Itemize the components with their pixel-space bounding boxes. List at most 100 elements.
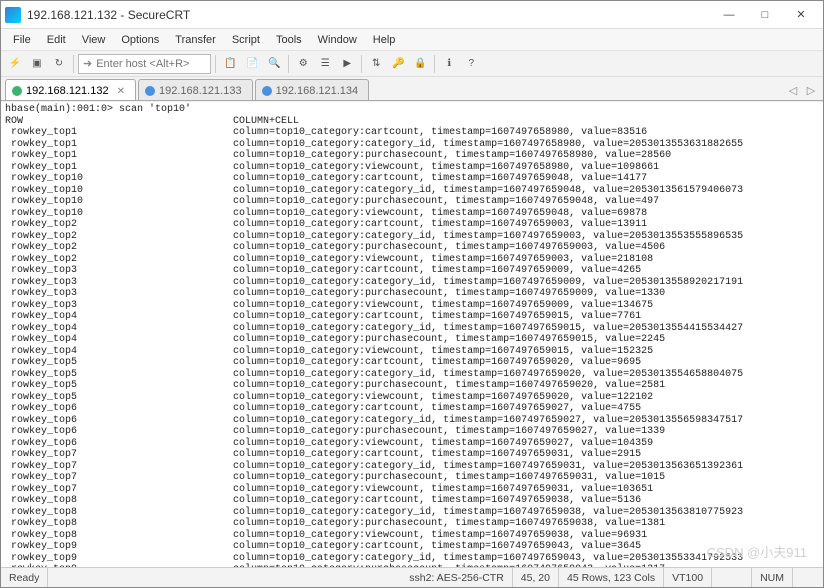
window-title: 192.168.121.132 - SecureCRT <box>27 8 711 22</box>
terminal-line: rowkey_top3 column=top10_category:cartco… <box>5 265 819 277</box>
menu-script[interactable]: Script <box>224 32 268 48</box>
menu-options[interactable]: Options <box>113 32 167 48</box>
terminal-line: rowkey_top8 column=top10_category:catego… <box>5 507 819 519</box>
terminal-line: rowkey_top1 column=top10_category:catego… <box>5 139 819 151</box>
menu-view[interactable]: View <box>74 32 114 48</box>
terminal-line: ROW COLUMN+CELL <box>5 116 819 128</box>
terminal-line: rowkey_top5 column=top10_category:viewco… <box>5 392 819 404</box>
terminal-line: rowkey_top7 column=top10_category:viewco… <box>5 484 819 496</box>
info-icon[interactable]: ℹ <box>439 54 459 74</box>
menubar: FileEditViewOptionsTransferScriptToolsWi… <box>1 29 823 51</box>
script-icon[interactable]: ▶ <box>337 54 357 74</box>
terminal-line: rowkey_top1 column=top10_category:purcha… <box>5 150 819 162</box>
menu-file[interactable]: File <box>5 32 39 48</box>
separator <box>215 55 216 73</box>
terminal-line: rowkey_top6 column=top10_category:catego… <box>5 415 819 427</box>
terminal-line: hbase(main):001:0> scan 'top10' <box>5 104 819 116</box>
help-icon[interactable]: ? <box>461 54 481 74</box>
status-cipher: ssh2: AES-256-CTR <box>401 568 513 587</box>
status-dot-icon <box>262 86 272 96</box>
scroll-right-icon[interactable]: ▷ <box>803 80 819 100</box>
copy-icon[interactable]: 📋 <box>220 54 240 74</box>
menu-window[interactable]: Window <box>310 32 365 48</box>
menu-help[interactable]: Help <box>365 32 404 48</box>
sessions-icon[interactable]: ☰ <box>315 54 335 74</box>
tab-label: 192.168.121.134 <box>276 85 359 97</box>
status-vt: VT100 <box>664 568 712 587</box>
terminal-line: rowkey_top9 column=top10_category:cartco… <box>5 541 819 553</box>
terminal-line: rowkey_top2 column=top10_category:catego… <box>5 231 819 243</box>
terminal-line: rowkey_top10 column=top10_category:cartc… <box>5 173 819 185</box>
terminal-line: rowkey_top5 column=top10_category:purcha… <box>5 380 819 392</box>
maximize-button[interactable]: □ <box>747 3 783 27</box>
toolbar: ⚡ ▣ ↻ ➜ 📋 📄 🔍 ⚙ ☰ ▶ ⇅ 🔑 🔒 ℹ ? <box>1 51 823 77</box>
terminal-line: rowkey_top10 column=top10_category:purch… <box>5 196 819 208</box>
terminal-line: rowkey_top3 column=top10_category:catego… <box>5 277 819 289</box>
reconnect-icon[interactable]: ↻ <box>49 54 69 74</box>
status-dot-icon <box>145 86 155 96</box>
scroll-left-icon[interactable]: ◁ <box>785 80 801 100</box>
terminal-line: rowkey_top2 column=top10_category:cartco… <box>5 219 819 231</box>
terminal-line: rowkey_top8 column=top10_category:cartco… <box>5 495 819 507</box>
close-button[interactable]: ✕ <box>783 3 819 27</box>
terminal-line: rowkey_top4 column=top10_category:catego… <box>5 323 819 335</box>
key-icon[interactable]: 🔑 <box>388 54 408 74</box>
terminal-line: rowkey_top8 column=top10_category:purcha… <box>5 518 819 530</box>
terminal-line: rowkey_top4 column=top10_category:viewco… <box>5 346 819 358</box>
terminal-line: rowkey_top5 column=top10_category:catego… <box>5 369 819 381</box>
separator <box>434 55 435 73</box>
terminal-line: rowkey_top2 column=top10_category:viewco… <box>5 254 819 266</box>
properties-icon[interactable]: ⚙ <box>293 54 313 74</box>
terminal-line: rowkey_top6 column=top10_category:viewco… <box>5 438 819 450</box>
separator <box>361 55 362 73</box>
session-tab-2[interactable]: 192.168.121.134 <box>255 79 370 100</box>
statusbar: Ready ssh2: AES-256-CTR 45, 20 45 Rows, … <box>1 567 823 587</box>
terminal-line: rowkey_top8 column=top10_category:viewco… <box>5 530 819 542</box>
status-position: 45, 20 <box>513 568 559 587</box>
terminal-output[interactable]: hbase(main):001:0> scan 'top10'ROW COLUM… <box>1 102 823 567</box>
terminal-line: rowkey_top7 column=top10_category:cartco… <box>5 449 819 461</box>
terminal-line: rowkey_top5 column=top10_category:cartco… <box>5 357 819 369</box>
separator <box>288 55 289 73</box>
menu-transfer[interactable]: Transfer <box>167 32 224 48</box>
connect-icon[interactable]: ⚡ <box>5 54 25 74</box>
tab-close-icon[interactable]: ✕ <box>117 86 125 97</box>
terminal-line: rowkey_top10 column=top10_category:viewc… <box>5 208 819 220</box>
status-ready: Ready <box>1 568 48 587</box>
app-icon <box>5 7 21 23</box>
terminal-line: rowkey_top6 column=top10_category:purcha… <box>5 426 819 438</box>
tab-label: 192.168.121.132 <box>26 85 109 97</box>
lock-icon[interactable]: 🔒 <box>410 54 430 74</box>
terminal-line: rowkey_top7 column=top10_category:purcha… <box>5 472 819 484</box>
arrow-icon: ➜ <box>83 57 92 70</box>
terminal-line: rowkey_top2 column=top10_category:purcha… <box>5 242 819 254</box>
terminal-line: rowkey_top10 column=top10_category:categ… <box>5 185 819 197</box>
terminal-line: rowkey_top3 column=top10_category:viewco… <box>5 300 819 312</box>
terminal-line: rowkey_top7 column=top10_category:catego… <box>5 461 819 473</box>
menu-edit[interactable]: Edit <box>39 32 74 48</box>
terminal-line: rowkey_top4 column=top10_category:purcha… <box>5 334 819 346</box>
titlebar: 192.168.121.132 - SecureCRT — □ ✕ <box>1 1 823 29</box>
find-icon[interactable]: 🔍 <box>264 54 284 74</box>
terminal-line: rowkey_top6 column=top10_category:cartco… <box>5 403 819 415</box>
tabbar: 192.168.121.132 ✕ 192.168.121.133 192.168.1… <box>1 77 823 101</box>
status-num: NUM <box>752 568 793 587</box>
quick-connect-icon[interactable]: ▣ <box>27 54 47 74</box>
terminal-line: rowkey_top1 column=top10_category:cartco… <box>5 127 819 139</box>
terminal-line: rowkey_top1 column=top10_category:viewco… <box>5 162 819 174</box>
transfer-icon[interactable]: ⇅ <box>366 54 386 74</box>
host-entry[interactable]: ➜ <box>78 54 211 74</box>
menu-tools[interactable]: Tools <box>268 32 310 48</box>
tab-label: 192.168.121.133 <box>159 85 242 97</box>
paste-icon[interactable]: 📄 <box>242 54 262 74</box>
status-size: 45 Rows, 123 Cols <box>559 568 664 587</box>
terminal-line: rowkey_top3 column=top10_category:purcha… <box>5 288 819 300</box>
terminal-line: rowkey_top4 column=top10_category:cartco… <box>5 311 819 323</box>
session-tab-0[interactable]: 192.168.121.132 ✕ <box>5 79 136 100</box>
host-input[interactable] <box>96 58 206 70</box>
minimize-button[interactable]: — <box>711 3 747 27</box>
separator <box>73 55 74 73</box>
session-tab-1[interactable]: 192.168.121.133 <box>138 79 253 100</box>
status-dot-icon <box>12 86 22 96</box>
terminal-line: rowkey_top9 column=top10_category:catego… <box>5 553 819 565</box>
